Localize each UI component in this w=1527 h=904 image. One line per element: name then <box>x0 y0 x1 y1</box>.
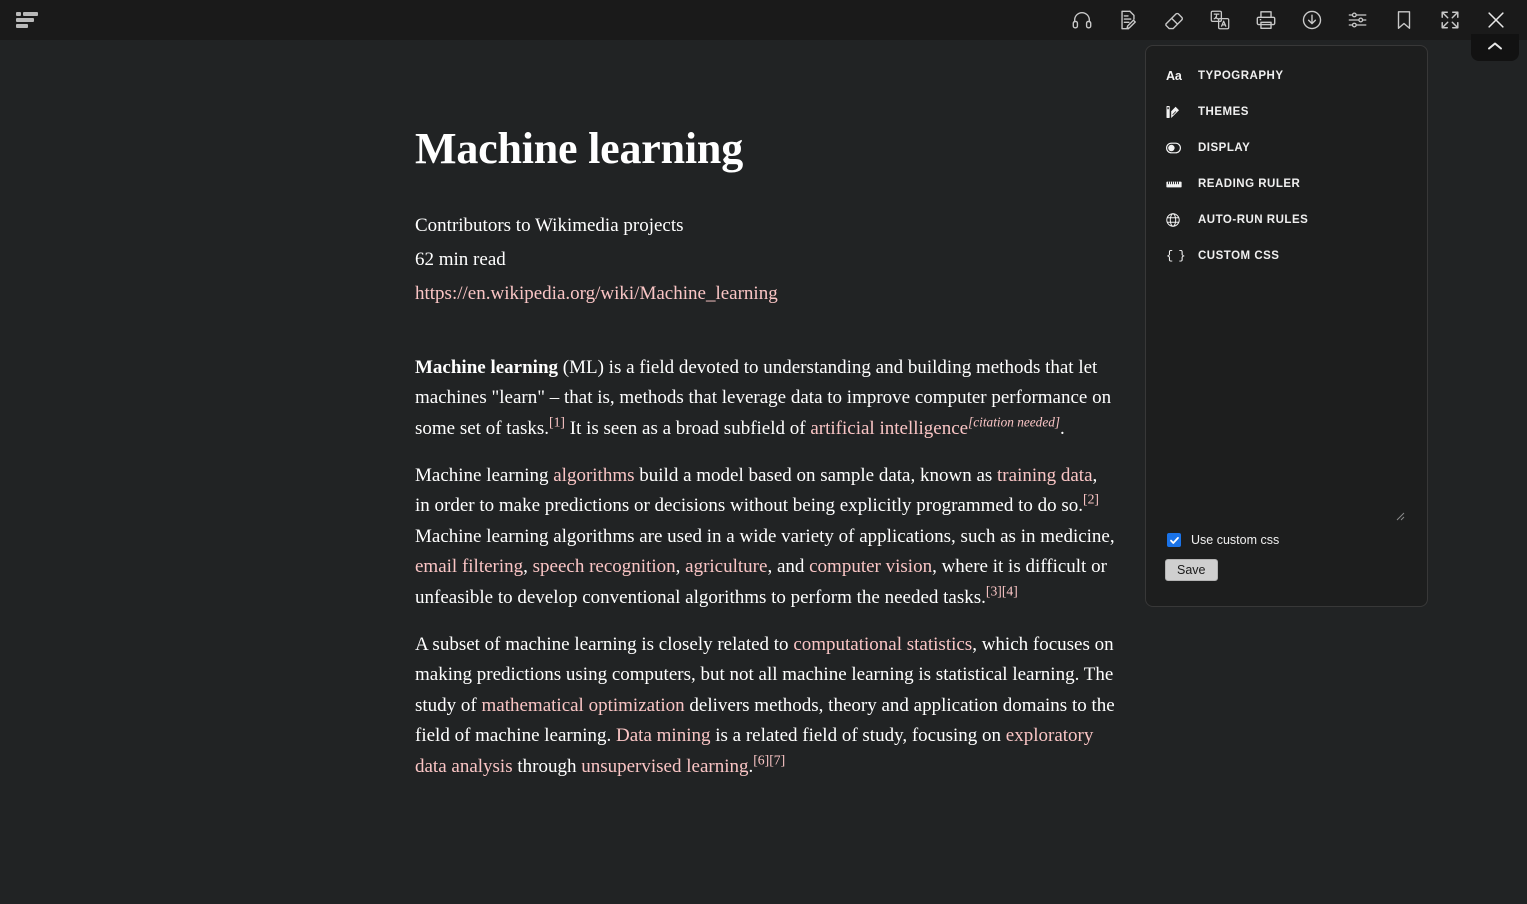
download-icon[interactable] <box>1289 0 1335 40</box>
sidebar-item-display[interactable]: DISPLAY <box>1166 130 1407 166</box>
article-meta: Contributors to Wikimedia projects 62 mi… <box>415 209 1115 310</box>
p2-text-2: build a model based on sample data, know… <box>634 465 998 486</box>
link-unsupervised-learning[interactable]: unsupervised learning <box>581 756 748 777</box>
citation-ref-7-link[interactable]: [7] <box>769 752 785 767</box>
sidebar-item-label: TYPOGRAPHY <box>1198 70 1284 82</box>
article-inner: Machine learning Contributors to Wikimed… <box>415 124 1115 782</box>
bookmark-icon[interactable] <box>1381 0 1427 40</box>
link-mathematical-optimization[interactable]: mathematical optimization <box>482 695 685 716</box>
p2-text-6: , <box>675 556 686 578</box>
citation-ref-2[interactable]: [2] <box>1083 492 1099 507</box>
page-title: Machine learning <box>415 124 744 173</box>
typography-aa-icon: Aa <box>1166 69 1182 83</box>
sidebar-item-reading-ruler[interactable]: READING RULER <box>1166 166 1407 202</box>
sidebar-item-label: CUSTOM CSS <box>1198 250 1280 262</box>
article-read-time: 62 min read <box>415 249 506 271</box>
citation-ref-4-link[interactable]: [4] <box>1002 583 1018 598</box>
sidebar-item-typography[interactable]: Aa TYPOGRAPHY <box>1166 58 1407 94</box>
citation-ref-6-link[interactable]: [6] <box>753 752 769 767</box>
p2-text-5: , <box>523 556 533 578</box>
fullscreen-icon[interactable] <box>1427 0 1473 40</box>
citation-ref-1[interactable]: [1] <box>549 414 565 429</box>
citation-needed-tag[interactable]: [citation needed] <box>968 414 1060 429</box>
article-byline: Contributors to Wikimedia projects <box>415 215 684 237</box>
display-toggle-icon <box>1166 142 1188 154</box>
link-artificial-intelligence[interactable]: artificial intelligence <box>810 418 968 439</box>
sidebar-item-label: READING RULER <box>1198 178 1301 190</box>
p2-text-4: Machine learning algorithms are used in … <box>415 525 1115 547</box>
sidebar-item-label: AUTO-RUN RULES <box>1198 214 1309 226</box>
paragraph-3: A subset of machine learning is closely … <box>415 630 1115 782</box>
citation-ref-1-link[interactable]: [1] <box>549 414 565 429</box>
sidebar-item-custom-css[interactable]: { } CUSTOM CSS <box>1166 238 1407 274</box>
p3-text-1: A subset of machine learning is closely … <box>415 633 794 655</box>
auto-run-rules-globe-icon <box>1166 213 1188 227</box>
settings-panel: Aa TYPOGRAPHY THEMES DISPLAY READING RUL… <box>1145 45 1428 607</box>
link-speech-recognition[interactable]: speech recognition <box>533 556 676 577</box>
text-lines-menu-icon[interactable] <box>10 3 44 37</box>
citation-ref-2-link[interactable]: [2] <box>1083 492 1099 507</box>
lead-term: Machine learning <box>415 356 559 378</box>
sidebar-item-label: THEMES <box>1198 106 1249 118</box>
citation-ref-3-link[interactable]: [3] <box>986 583 1002 598</box>
toolbar-right-zone <box>1059 0 1527 40</box>
p2-text-7: , and <box>767 556 810 578</box>
sidebar-item-themes[interactable]: THEMES <box>1166 94 1407 130</box>
link-computer-vision[interactable]: computer vision <box>809 556 932 577</box>
chevron-up-icon <box>1486 39 1504 57</box>
citation-ref-7[interactable]: [7] <box>769 752 785 767</box>
print-icon[interactable] <box>1243 0 1289 40</box>
listen-icon[interactable] <box>1059 0 1105 40</box>
collapse-panel-button[interactable] <box>1471 34 1519 61</box>
p1-text-3: . <box>1060 417 1065 439</box>
annotate-icon[interactable] <box>1105 0 1151 40</box>
link-agriculture[interactable]: agriculture <box>685 556 767 577</box>
citation-ref-3[interactable]: [3] <box>986 583 1002 598</box>
custom-css-braces-icon: { } <box>1166 249 1186 263</box>
paragraph-1: Machine learning (ML) is a field devoted… <box>415 353 1115 444</box>
link-training-data[interactable]: training data <box>997 465 1093 486</box>
translate-icon[interactable] <box>1197 0 1243 40</box>
sidebar-item-label: DISPLAY <box>1198 142 1251 154</box>
textarea-resize-grip[interactable] <box>1393 508 1405 521</box>
save-button[interactable]: Save <box>1165 559 1218 581</box>
sidebar-item-auto-run-rules[interactable]: AUTO-RUN RULES <box>1166 202 1407 238</box>
toolbar-left-zone <box>0 3 44 37</box>
article-source-url[interactable]: https://en.wikipedia.org/wiki/Machine_le… <box>415 283 778 304</box>
citation-ref-4[interactable]: [4] <box>1002 583 1018 598</box>
settings-sliders-icon[interactable] <box>1335 0 1381 40</box>
p3-text-5: through <box>512 755 582 777</box>
eraser-icon[interactable] <box>1151 0 1197 40</box>
themes-palette-icon <box>1166 105 1188 119</box>
p2-text-1: Machine learning <box>415 465 554 486</box>
reading-ruler-icon <box>1166 180 1188 189</box>
use-custom-css-label: Use custom css <box>1191 533 1280 547</box>
link-algorithms[interactable]: algorithms <box>553 465 634 486</box>
use-custom-css-row: Use custom css <box>1167 533 1279 547</box>
citation-ref-6[interactable]: [6] <box>753 752 769 767</box>
use-custom-css-checkbox[interactable] <box>1167 533 1181 547</box>
top-toolbar <box>0 0 1527 40</box>
link-data-mining[interactable]: Data mining <box>616 725 710 746</box>
p3-text-4: is a related field of study, focusing on <box>710 725 1006 747</box>
p1-text-2: It is seen as a broad subfield of <box>565 417 811 439</box>
paragraph-2: Machine learning algorithms build a mode… <box>415 461 1115 613</box>
link-computational-statistics[interactable]: computational statistics <box>793 634 972 655</box>
link-email-filtering[interactable]: email filtering <box>415 556 523 577</box>
